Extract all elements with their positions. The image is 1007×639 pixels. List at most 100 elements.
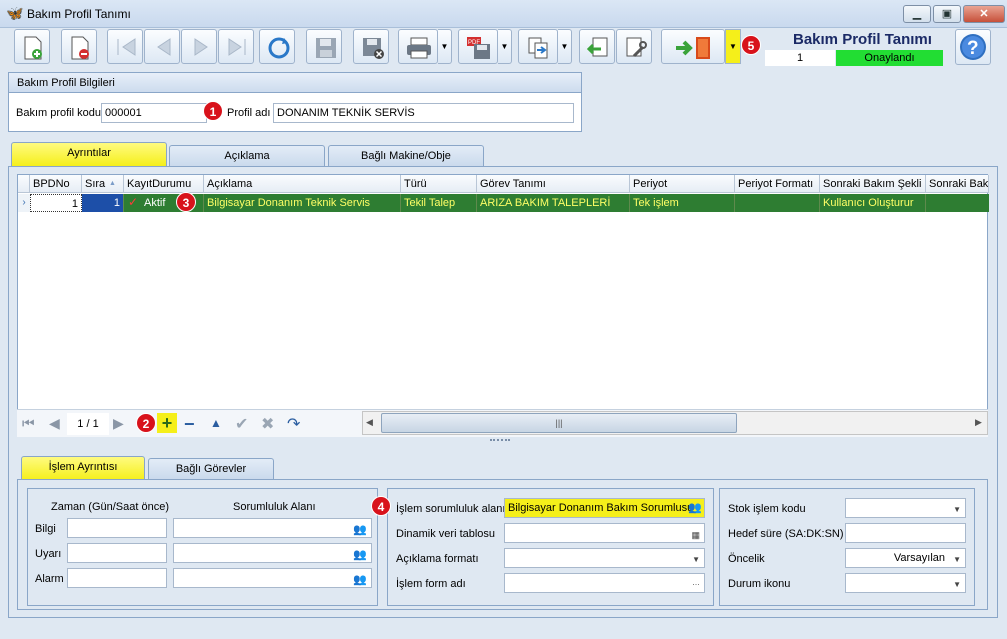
uyari-time-input[interactable] [67, 543, 167, 563]
row-indicator-header [18, 175, 30, 193]
cell-sonraki-baki[interactable] [926, 194, 989, 212]
profile-code-input[interactable]: 000001 [101, 103, 207, 123]
cell-sira[interactable]: 1 [82, 194, 124, 212]
bilgi-time-input[interactable] [67, 518, 167, 538]
ellipsis-icon[interactable]: … [692, 574, 700, 592]
chevron-down-icon[interactable]: ▼ [953, 551, 961, 567]
people-icon[interactable]: 👥 [688, 501, 702, 514]
add-row-icon[interactable]: + [157, 413, 177, 433]
sort-asc-icon: ▲ [109, 180, 116, 187]
prev-record-button[interactable] [144, 29, 180, 64]
cell-sonraki-bakim[interactable]: Kullanıcı Oluşturur [820, 194, 926, 212]
sorumluluk-input[interactable]: Bilgisayar Donanım Bakım Sorumlusu [504, 498, 705, 518]
refresh-button[interactable] [259, 29, 295, 64]
redo-icon[interactable]: ↷ [287, 414, 300, 434]
cell-gorev[interactable]: ARIZA BAKIM TALEPLERİ [477, 194, 630, 212]
chevron-down-icon[interactable]: ▼ [953, 501, 961, 517]
save-button[interactable] [306, 29, 342, 64]
delete-doc-icon [71, 36, 89, 60]
pdf-dropdown[interactable]: ▼ [498, 29, 512, 64]
col-aciklama[interactable]: Açıklama [204, 175, 401, 193]
alarm-responsibility-input[interactable]: 👥 [173, 568, 372, 588]
confirm-icon[interactable]: ✔ [235, 414, 248, 434]
col-periyot-formati[interactable]: Periyot Formatı [735, 175, 820, 193]
last-record-button[interactable] [218, 29, 254, 64]
col-sonraki-baki[interactable]: Sonraki Bakı [926, 175, 989, 193]
durum-label: Durum ikonu [728, 578, 791, 590]
scroll-left-icon[interactable]: ◀ [366, 417, 373, 428]
page-indicator: 1 / 1 [67, 413, 109, 435]
settings-button[interactable] [616, 29, 652, 64]
record-number: 1 [765, 50, 835, 66]
cancel-save-button[interactable] [353, 29, 389, 64]
badge-5: 5 [741, 35, 761, 55]
col-kayitdurumu[interactable]: KayıtDurumu [124, 175, 204, 193]
help-button[interactable]: ? [955, 29, 991, 65]
move-up-icon[interactable]: ▲ [210, 416, 222, 430]
bilgi-label: Bilgi [35, 523, 56, 535]
copy-dropdown[interactable]: ▼ [558, 29, 572, 64]
col-sira[interactable]: Sıra [82, 175, 124, 193]
export-pdf-button[interactable]: PDF [458, 29, 498, 64]
next-record-button[interactable] [181, 29, 217, 64]
import-button[interactable] [579, 29, 615, 64]
new-record-button[interactable] [14, 29, 50, 64]
maximize-button[interactable]: ▣ [933, 5, 961, 23]
oncelik-select[interactable]: Varsayılan ▼ [845, 548, 966, 568]
tab-islem-ayrintisi[interactable]: İşlem Ayrıntısı [21, 456, 145, 480]
form-adi-input[interactable]: … [504, 573, 705, 593]
exit-dropdown[interactable]: ▼ [725, 29, 741, 64]
last-icon [228, 38, 246, 56]
horizontal-scrollbar[interactable]: ◀ ||| ▶ [362, 411, 988, 435]
print-button[interactable] [398, 29, 438, 64]
scroll-right-icon[interactable]: ▶ [975, 417, 982, 428]
people-icon[interactable]: 👥 [353, 546, 367, 562]
nav-next-icon[interactable]: ▶ [113, 415, 124, 431]
splitter-grip[interactable] [490, 439, 510, 445]
print-dropdown[interactable]: ▼ [438, 29, 452, 64]
cell-periyot-formati[interactable] [735, 194, 820, 212]
hedef-input[interactable] [845, 523, 966, 543]
tab-bagli-gorevler[interactable]: Bağlı Görevler [148, 458, 274, 480]
uyari-responsibility-input[interactable]: 👥 [173, 543, 372, 563]
minimize-button[interactable]: ▁ [903, 5, 931, 23]
col-periyot[interactable]: Periyot [630, 175, 735, 193]
people-icon[interactable]: 👥 [353, 571, 367, 587]
bilgi-responsibility-input[interactable]: 👥 [173, 518, 372, 538]
cancel-icon[interactable]: ✖ [261, 414, 274, 434]
profile-name-input[interactable]: DONANIM TEKNİK SERVİS [273, 103, 574, 123]
col-turu[interactable]: Türü [401, 175, 477, 193]
people-icon[interactable]: 👥 [353, 521, 367, 537]
data-grid: BPDNo Sıra ▲ KayıtDurumu Açıklama Türü G… [17, 174, 989, 437]
chevron-down-icon[interactable]: ▼ [692, 551, 700, 567]
stok-label: Stok işlem kodu [728, 503, 806, 515]
save-icon [316, 38, 336, 58]
chevron-down-icon[interactable]: ▼ [953, 576, 961, 592]
cell-bpdno[interactable]: 1 [30, 194, 82, 212]
durum-select[interactable]: ▼ [845, 573, 966, 593]
first-record-button[interactable] [107, 29, 143, 64]
close-button[interactable]: ✕ [963, 5, 1005, 23]
nav-first-icon[interactable]: ⏮ [22, 415, 35, 431]
table-icon[interactable]: ▦ [691, 526, 700, 542]
nav-prev-icon[interactable]: ◀ [49, 415, 60, 431]
cell-aciklama[interactable]: Bilgisayar Donanım Teknik Servis [204, 194, 401, 212]
remove-row-icon[interactable]: − [184, 414, 195, 435]
tab-bagli-makine[interactable]: Bağlı Makine/Obje [328, 145, 484, 167]
profile-name-label: Profil adı [227, 107, 271, 119]
aciklama-format-select[interactable]: ▼ [504, 548, 705, 568]
dinamik-input[interactable]: ▦ [504, 523, 705, 543]
col-bpdno[interactable]: BPDNo [30, 175, 82, 193]
col-sonraki-bakim-sekli[interactable]: Sonraki Bakım Şekli [820, 175, 926, 193]
cell-turu[interactable]: Tekil Talep [401, 194, 477, 212]
col-gorev-tanimi[interactable]: Görev Tanımı [477, 175, 630, 193]
stok-select[interactable]: ▼ [845, 498, 966, 518]
alarm-time-input[interactable] [67, 568, 167, 588]
delete-record-button[interactable] [61, 29, 97, 64]
copy-button[interactable] [518, 29, 558, 64]
cell-periyot[interactable]: Tek işlem [630, 194, 735, 212]
tab-ayrintilar[interactable]: Ayrıntılar [11, 142, 167, 166]
exit-button[interactable] [661, 29, 725, 64]
tab-aciklama[interactable]: Açıklama [169, 145, 325, 167]
scroll-thumb[interactable]: ||| [381, 413, 737, 433]
